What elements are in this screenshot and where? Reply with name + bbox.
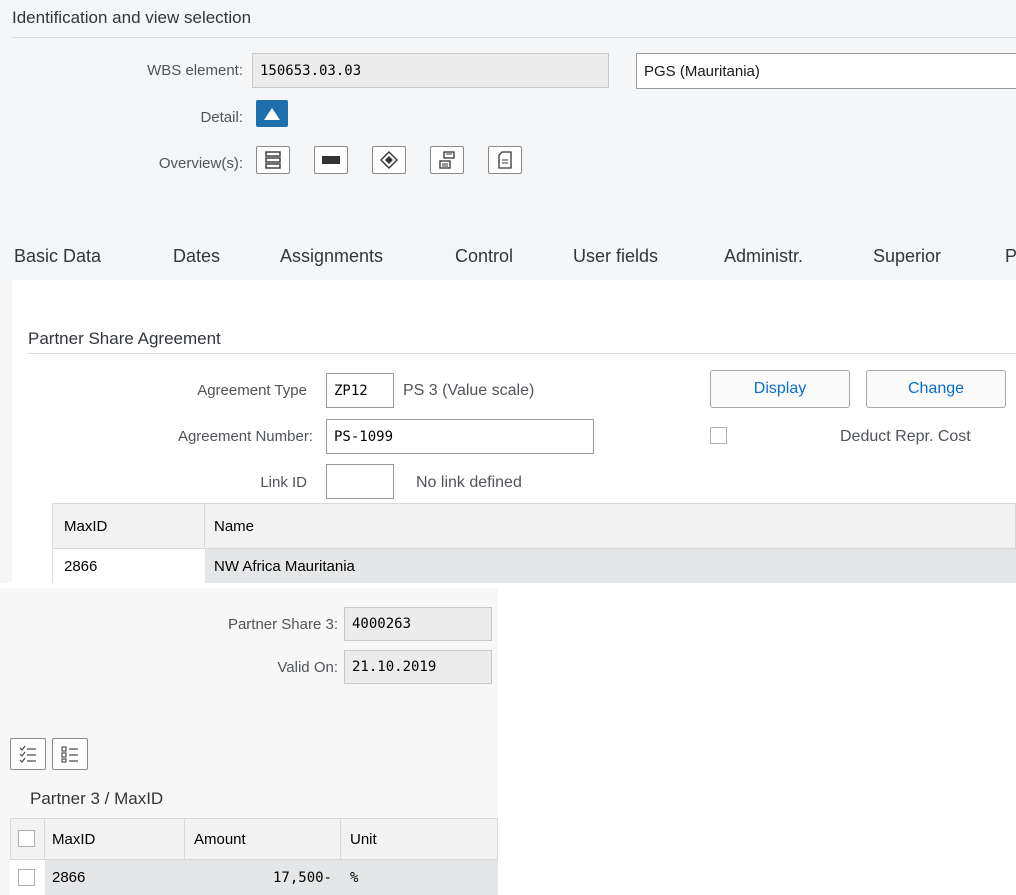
column-divider	[340, 818, 341, 860]
divider	[12, 37, 1016, 38]
deselect-all-button[interactable]	[52, 738, 88, 770]
structure-icon	[439, 151, 455, 169]
wbs-element-field[interactable]: 150653.03.03	[252, 53, 609, 88]
partner-share-field[interactable]: 4000263	[344, 607, 492, 641]
agreement-type-label: Agreement Type	[197, 382, 307, 399]
column-header-name[interactable]: Name	[214, 503, 254, 549]
wbs-element-label: WBS element:	[147, 62, 243, 79]
column-header-maxid[interactable]: MaxID	[52, 818, 95, 860]
valid-on-field[interactable]: 21.10.2019	[344, 650, 492, 684]
tab-dates[interactable]: Dates	[173, 246, 220, 267]
valid-on-label: Valid On:	[277, 659, 338, 676]
row-select-checkbox[interactable]	[18, 869, 35, 886]
agreement-number-label: Agreement Number:	[177, 428, 313, 445]
detail-label: Detail:	[200, 109, 243, 126]
overview-flat-list-button[interactable]	[314, 146, 348, 174]
link-id-field[interactable]	[326, 464, 394, 499]
display-button[interactable]: Display	[710, 370, 850, 408]
section-title-identification: Identification and view selection	[12, 8, 252, 27]
table-cell-amount[interactable]: 17,500-	[194, 860, 338, 895]
maxid-table-header	[52, 503, 1016, 549]
section-title-partner-share-agreement: Partner Share Agreement	[28, 329, 221, 348]
partner-maxid-table-title: Partner 3 / MaxID	[30, 789, 164, 808]
overview-hierarchy-button[interactable]	[256, 146, 290, 174]
tab-user-fields[interactable]: User fields	[573, 246, 658, 267]
link-id-label: Link ID	[260, 474, 307, 491]
table-cell-unit[interactable]: %	[350, 860, 358, 895]
partner-share-label: Partner Share 3:	[227, 616, 338, 633]
network-icon	[380, 151, 398, 169]
change-button[interactable]: Change	[866, 370, 1006, 408]
agreement-number-field[interactable]: PS-1099	[326, 419, 594, 454]
column-header-maxid[interactable]: MaxID	[64, 503, 107, 549]
tab-control[interactable]: Control	[455, 246, 513, 267]
overview-structure-button[interactable]	[430, 146, 464, 174]
tab-superior[interactable]: Superior	[873, 246, 941, 267]
select-all-icon	[19, 745, 36, 763]
tab-basic-data[interactable]: Basic Data	[14, 246, 101, 267]
table-cell-maxid: 2866	[64, 557, 98, 575]
tab-assignments[interactable]: Assignments	[280, 246, 383, 267]
table-cell-maxid: 2866	[52, 869, 86, 886]
column-header-amount[interactable]: Amount	[194, 818, 246, 860]
select-all-rows-checkbox[interactable]	[18, 830, 35, 847]
overview-network-button[interactable]	[372, 146, 406, 174]
overview-document-button[interactable]	[488, 146, 522, 174]
overview-label: Overview(s):	[158, 155, 243, 172]
detail-collapse-button[interactable]	[256, 100, 288, 127]
agreement-type-field[interactable]: ZP12	[326, 373, 394, 408]
deselect-all-icon	[61, 746, 78, 763]
select-all-button[interactable]	[10, 738, 46, 770]
flat-list-icon	[322, 156, 340, 164]
tab-truncated[interactable]: P	[1005, 246, 1016, 267]
document-icon	[498, 151, 512, 169]
column-header-unit[interactable]: Unit	[350, 818, 377, 860]
link-id-text: No link defined	[416, 474, 522, 491]
column-divider	[184, 818, 185, 860]
deduct-repr-cost-checkbox[interactable]	[710, 427, 727, 444]
divider	[28, 353, 1016, 354]
tab-administr[interactable]: Administr.	[724, 246, 803, 267]
table-cell-name: NW Africa Mauritania	[214, 557, 355, 575]
hierarchy-icon	[265, 151, 281, 169]
deduct-repr-cost-label: Deduct Repr. Cost	[840, 428, 971, 445]
agreement-type-text: PS 3 (Value scale)	[403, 382, 535, 399]
wbs-description-field[interactable]: PGS (Mauritania)	[636, 53, 1016, 89]
triangle-up-icon	[264, 107, 280, 120]
